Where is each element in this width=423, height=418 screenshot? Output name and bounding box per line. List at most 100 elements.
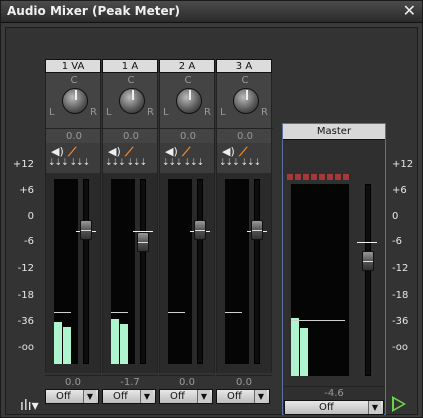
routing-icon[interactable]: ⇣⇣⇣ ⇣⇣⇣ [48,158,90,168]
zero-mark [357,242,377,243]
pan-center-label: C [184,75,192,86]
scale-label: -6 [24,236,34,247]
routing-icon[interactable]: ⇣⇣⇣ ⇣⇣⇣ [219,158,261,168]
meter-area [102,173,158,373]
speaker-icon[interactable]: ◀) [222,145,235,158]
channel-strip: 1 VA C L R 0.0 ◀) ⟋ ⇣⇣⇣ ⇣⇣⇣ 0.0 Off ▼ [45,59,102,415]
chevron-down-icon[interactable]: ▼ [197,390,210,403]
master-strip: Master -4.6 Off ▼ [282,123,386,415]
fader-track[interactable] [83,179,89,364]
scale-label: -36 [17,316,34,327]
meter-fill-right [120,324,128,364]
routing-icon[interactable]: ⇣⇣⇣ ⇣⇣⇣ [162,158,204,168]
peak-meter [168,179,192,364]
fader-track[interactable] [140,179,146,364]
master-fader-track[interactable] [365,184,371,376]
pan-knob[interactable] [176,88,202,114]
peak-meter [225,179,249,364]
scale-label: -18 [17,290,34,301]
meter-fill-left [54,322,62,364]
scale-label: 0 [392,211,399,222]
chevron-down-icon[interactable]: ▼ [254,390,267,403]
pan-right-label: R [204,107,211,118]
master-output-select[interactable]: Off ▼ [284,400,384,415]
pan-right-label: R [147,107,154,118]
mixer-menu-icon[interactable]: ılı▾ [20,398,39,414]
pan-value: 0.0 [103,128,159,142]
pan-knob[interactable] [119,88,145,114]
pan-left-label: L [106,107,112,118]
master-volume-value: -4.6 [283,386,385,399]
pan-right-label: R [90,107,97,118]
pan-center-label: C [241,75,249,86]
volume-fader[interactable] [194,220,206,240]
pan-right-label: R [261,107,268,118]
channel-name: 1 VA [45,59,101,73]
scale-label: -oo [392,342,409,353]
scale-label: -12 [392,263,409,274]
output-select-value: Off [227,391,242,402]
meter-area [216,173,272,373]
routing-icon[interactable]: ⇣⇣⇣ ⇣⇣⇣ [105,158,147,168]
master-peak-meter [291,184,349,376]
channel-strip: 1 A C L R 0.0 ◀) ⟋ ⇣⇣⇣ ⇣⇣⇣ -1.7 Off ▼ [102,59,159,415]
close-icon[interactable]: ✕ [403,2,416,20]
channel-strip: 3 A C L R 0.0 ◀) ⟋ ⇣⇣⇣ ⇣⇣⇣ 0.0 Off ▼ [216,59,273,415]
volume-value: -1.7 [102,375,158,388]
volume-value: 0.0 [159,375,215,388]
volume-fader[interactable] [137,232,149,252]
pan-center-label: C [70,75,78,86]
chevron-down-icon[interactable]: ▼ [83,390,96,403]
output-select[interactable]: Off ▼ [102,389,156,404]
fader-track[interactable] [254,179,260,364]
scale-label: -18 [392,290,409,301]
pan-knob[interactable] [233,88,259,114]
output-select-value: Off [319,402,334,413]
speaker-icon[interactable]: ◀) [51,145,64,158]
master-name: Master [283,124,385,140]
volume-value: 0.0 [45,375,101,388]
volume-fader[interactable] [251,220,263,240]
channel-name: 3 A [216,59,272,73]
scale-label: 0 [27,211,34,222]
master-peak-hold [291,320,345,321]
chevron-down-icon[interactable]: ▼ [368,401,381,414]
title-bar: Audio Mixer (Peak Meter) ✕ [1,1,422,23]
output-select-value: Off [170,391,185,402]
meter-fill-right [63,327,71,364]
scale-label: -oo [17,342,34,353]
peak-hold [111,312,128,313]
play-icon[interactable] [392,396,406,412]
pan-left-label: L [220,107,226,118]
master-volume-fader[interactable] [362,251,374,271]
peak-meter [54,179,78,364]
output-select[interactable]: Off ▼ [216,389,270,404]
peak-hold [225,312,242,313]
channel-controls: ◀) ⟋ ⇣⇣⇣ ⇣⇣⇣ [159,143,215,173]
channel-controls: ◀) ⟋ ⇣⇣⇣ ⇣⇣⇣ [216,143,272,173]
scale-label: +6 [19,185,34,196]
channel-name: 1 A [102,59,158,73]
pan-left-label: L [49,107,55,118]
chevron-down-icon[interactable]: ▼ [140,390,153,403]
scale-label: +6 [392,185,407,196]
audio-mixer-window: Audio Mixer (Peak Meter) ✕ +12 +6 0 -6 -… [0,0,423,418]
speaker-icon[interactable]: ◀) [165,145,178,158]
meter-area [159,173,215,373]
master-clip-leds [287,174,367,182]
output-select-value: Off [56,391,71,402]
output-select-value: Off [113,391,128,402]
output-select[interactable]: Off ▼ [45,389,99,404]
output-select[interactable]: Off ▼ [159,389,213,404]
channel-name: 2 A [159,59,215,73]
pan-value: 0.0 [217,128,273,142]
pan-center-label: C [127,75,135,86]
master-meter-fill-right [300,328,308,376]
pan-knob[interactable] [62,88,88,114]
speaker-icon[interactable]: ◀) [108,145,121,158]
peak-hold [54,312,71,313]
peak-hold [168,312,185,313]
fader-track[interactable] [197,179,203,364]
scale-label: +12 [12,159,34,170]
volume-fader[interactable] [80,220,92,240]
